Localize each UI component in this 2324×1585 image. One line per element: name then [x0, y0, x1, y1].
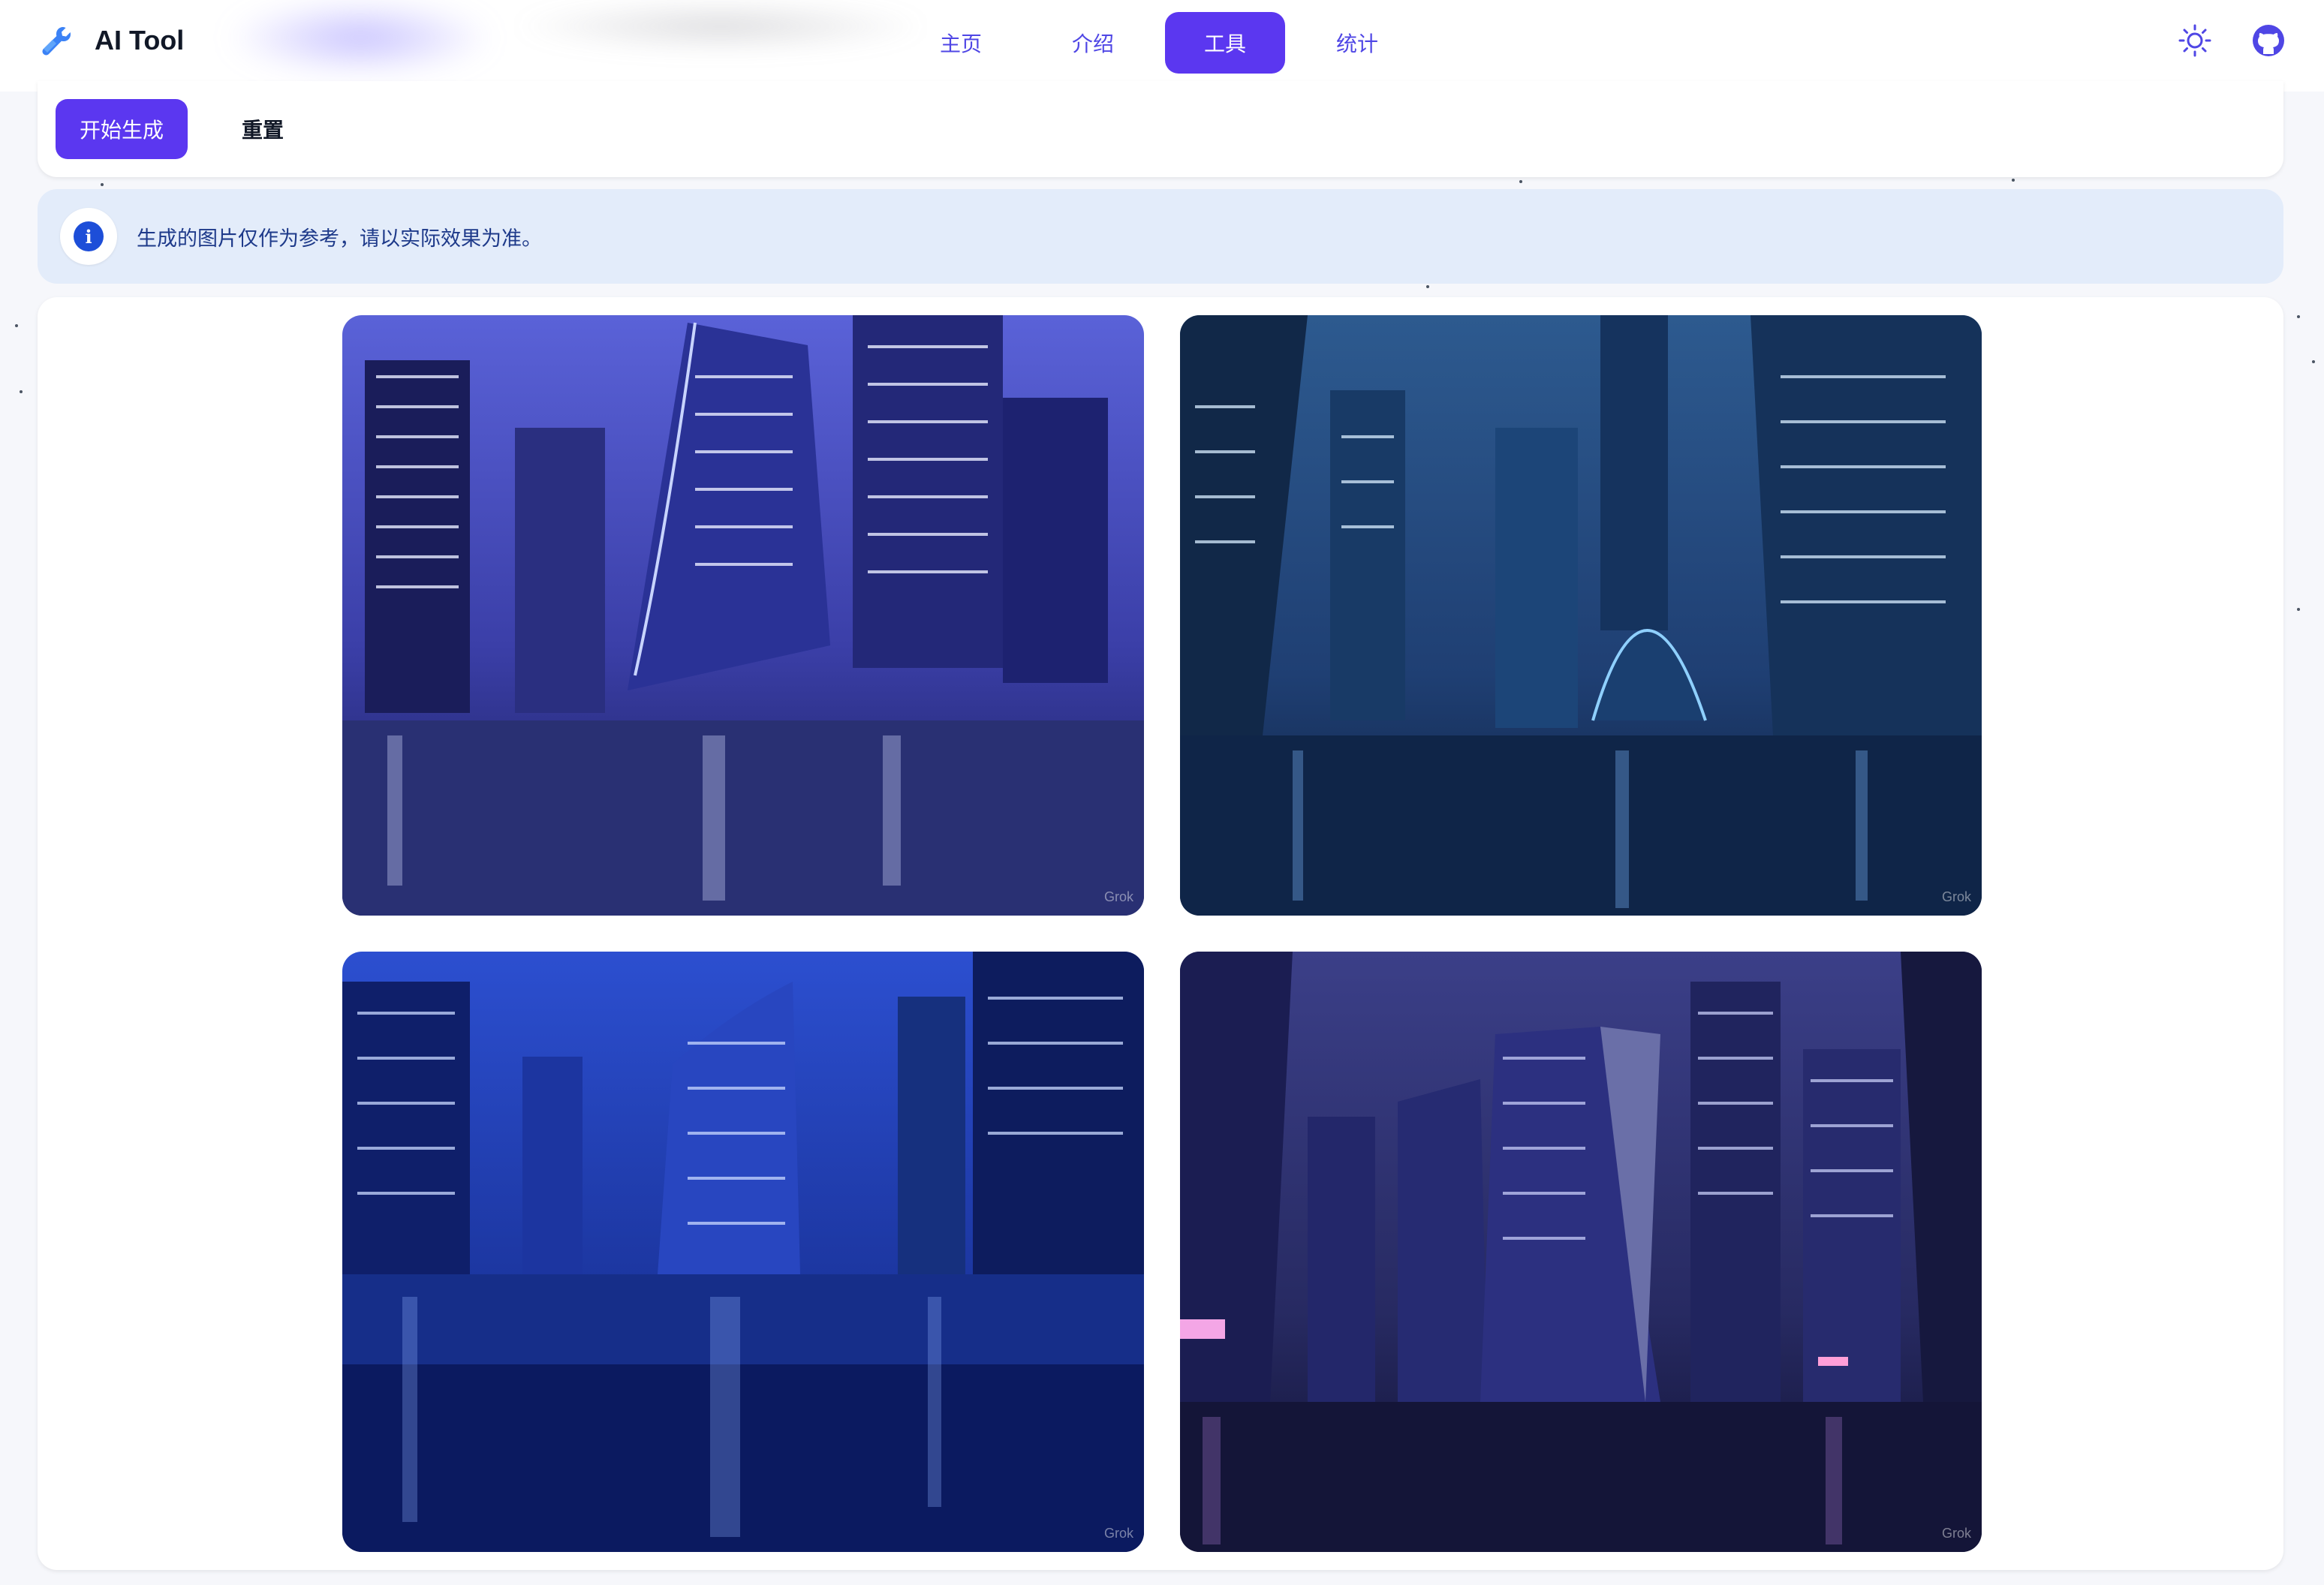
background-dot	[15, 324, 18, 327]
background-dot	[2297, 315, 2300, 318]
action-bar: 开始生成 重置	[38, 81, 2283, 177]
background-dot	[1519, 180, 1522, 183]
grok-watermark: Grok	[1941, 889, 1971, 904]
background-dot	[2012, 179, 2015, 182]
generated-image[interactable]: Grok	[1180, 952, 1982, 1552]
grok-watermark: Grok	[1941, 1526, 1971, 1541]
alert-message: 生成的图片仅作为参考，请以实际效果为准。	[137, 227, 542, 251]
app-title: AI Tool	[95, 25, 185, 56]
background-dot	[1426, 285, 1429, 288]
start-generate-button[interactable]: 开始生成	[56, 99, 188, 159]
main-nav: 主页 介绍 工具 统计	[901, 12, 1429, 74]
wrench-icon	[38, 23, 74, 59]
github-icon[interactable]	[2250, 23, 2286, 59]
background-dot	[2312, 360, 2315, 363]
nav-home[interactable]: 主页	[901, 12, 1021, 74]
decorative-blur	[225, 0, 495, 75]
image-gallery: Grok Grok Grok Grok	[38, 297, 2283, 1570]
grok-watermark: Grok	[1103, 1526, 1133, 1541]
city-night-image	[342, 315, 1144, 916]
generated-image[interactable]: Grok	[342, 952, 1144, 1552]
nav-intro[interactable]: 介绍	[1033, 12, 1153, 74]
info-icon: i	[74, 221, 104, 251]
nav-tools[interactable]: 工具	[1165, 12, 1285, 74]
background-dot	[101, 183, 104, 186]
background-dot	[2297, 608, 2300, 611]
info-alert: i 生成的图片仅作为参考，请以实际效果为准。	[38, 189, 2283, 284]
city-night-image	[1180, 315, 1982, 916]
header-actions	[2177, 23, 2286, 59]
grok-watermark: Grok	[1103, 889, 1133, 904]
app-logo[interactable]: AI Tool	[38, 23, 184, 59]
city-night-image	[342, 952, 1144, 1552]
reset-button[interactable]: 重置	[218, 99, 308, 159]
top-navbar: AI Tool 主页 介绍 工具 统计	[0, 0, 2324, 92]
generated-image[interactable]: Grok	[1180, 315, 1982, 916]
sun-icon[interactable]	[2177, 23, 2213, 59]
generated-image[interactable]: Grok	[342, 315, 1144, 916]
background-dot	[20, 390, 23, 393]
decorative-blur	[510, 0, 931, 53]
info-icon-wrapper: i	[60, 208, 117, 265]
city-night-image	[1180, 952, 1982, 1552]
nav-stats[interactable]: 统计	[1297, 12, 1417, 74]
